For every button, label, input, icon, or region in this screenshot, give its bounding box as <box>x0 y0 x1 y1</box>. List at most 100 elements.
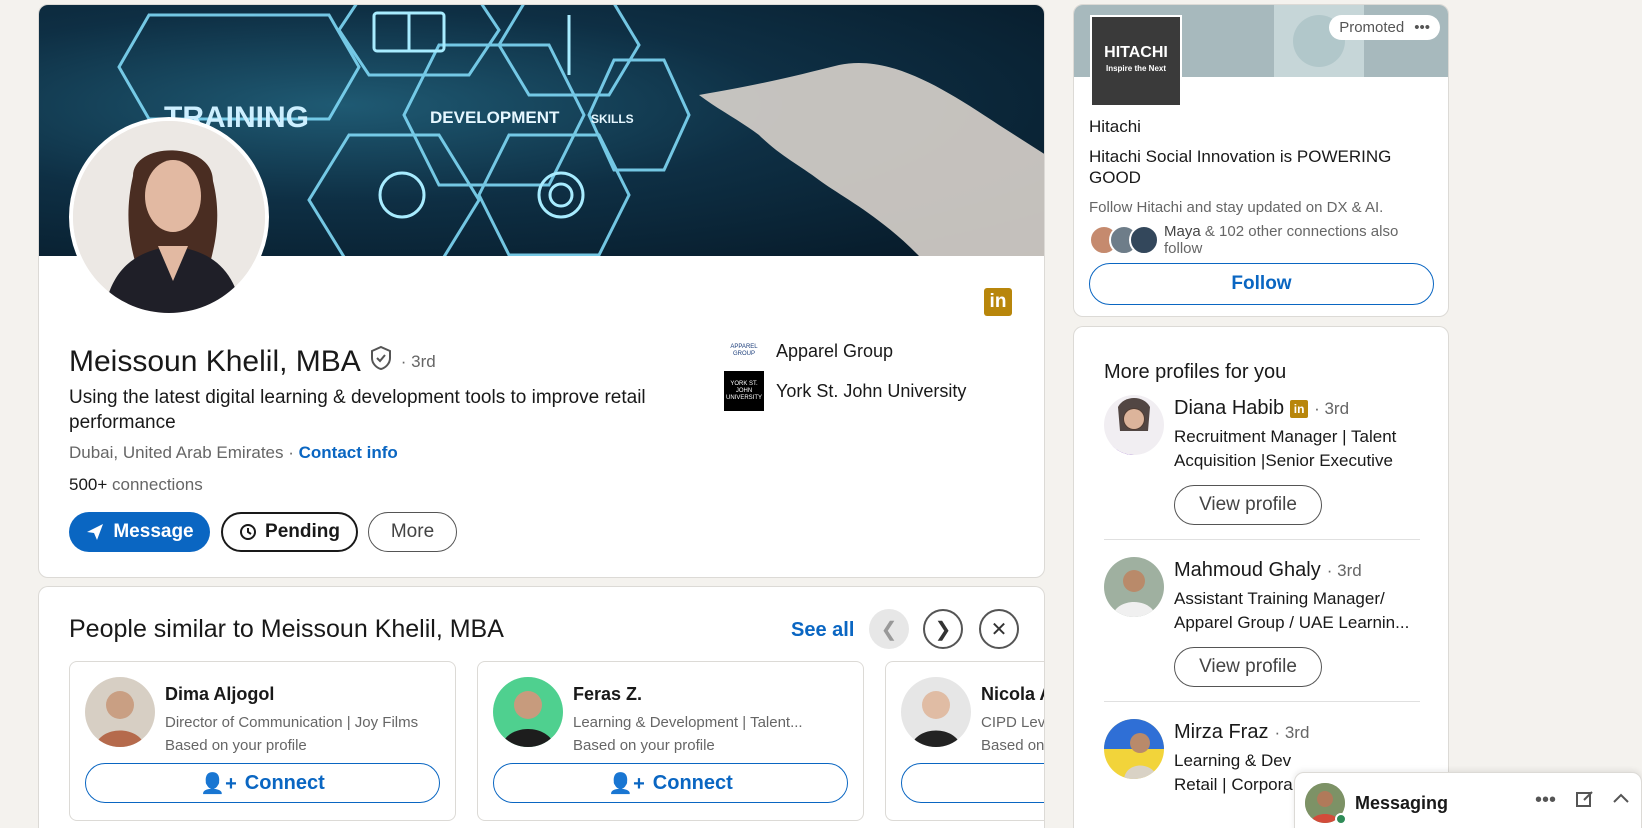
connect-label: Connect <box>652 771 733 794</box>
connect-button[interactable]: 👤+ Connect <box>85 763 440 803</box>
promoted-ad-card: HITACHI Inspire the Next Promoted ••• Hi… <box>1073 4 1449 317</box>
person-basis: Based on your profile <box>165 737 307 754</box>
see-all-link[interactable]: See all <box>791 619 854 642</box>
profile-name: Meissoun Khelil, MBA <box>69 345 361 378</box>
messaging-dock[interactable]: Messaging ••• <box>1294 772 1642 828</box>
avatar[interactable] <box>493 677 563 747</box>
connect-label: Connect <box>244 771 325 794</box>
profile-headline: Using the latest digital learning & deve… <box>69 387 646 433</box>
person-basis: Based on your profile <box>573 737 715 754</box>
view-profile-button[interactable]: View profile <box>1174 647 1322 687</box>
online-status-dot <box>1335 813 1347 825</box>
banner-development-text: DEVELOPMENT <box>430 108 560 127</box>
follower-name: Maya <box>1164 223 1201 240</box>
similar-person-card[interactable]: Dima Aljogol Director of Communication |… <box>69 661 456 821</box>
divider <box>1104 539 1420 540</box>
people-similar-title: People similar to Meissoun Khelil, MBA <box>69 615 504 643</box>
linkedin-premium-icon: in <box>1290 399 1309 418</box>
person-title: Director of Communication | Joy Films <box>165 714 419 731</box>
person-name[interactable]: Dima Aljogol <box>165 684 274 705</box>
promoted-label: Promoted <box>1339 19 1405 36</box>
more-profiles-card: More profiles for you Diana Habib in · 3… <box>1073 326 1449 828</box>
pending-button[interactable]: Pending <box>221 512 358 552</box>
message-button[interactable]: Message <box>69 512 210 552</box>
connection-degree: · 3rd <box>1314 398 1350 418</box>
logo-tagline: Inspire the Next <box>1105 64 1166 73</box>
verified-shield-icon[interactable] <box>369 345 393 379</box>
clock-icon <box>240 524 257 540</box>
chevron-up-icon[interactable] <box>1611 789 1631 815</box>
more-options-icon[interactable]: ••• <box>1535 789 1556 812</box>
person-title: Assistant Training Manager/ Apparel Grou… <box>1174 589 1410 632</box>
add-person-icon: 👤+ <box>608 772 645 795</box>
ad-social-proof: Maya & 102 other connections also follow <box>1164 223 1424 257</box>
view-profile-button[interactable]: View profile <box>1174 485 1322 525</box>
person-title: Learning & Development | Talent... <box>573 714 803 731</box>
chevron-right-icon: ❯ <box>934 618 952 641</box>
follower-avatars <box>1089 225 1159 255</box>
connections-label: connections <box>107 475 203 494</box>
promoted-badge: Promoted ••• <box>1329 15 1440 40</box>
person-basis: Based on y <box>981 737 1045 754</box>
contact-info-link[interactable]: Contact info <box>299 443 398 462</box>
connect-button[interactable]: 👤+ <box>901 763 1044 803</box>
add-person-icon: 👤+ <box>200 772 237 795</box>
chevron-left-icon: ❮ <box>880 618 898 641</box>
org-apparel-group[interactable]: APPAREL GROUP Apparel Group <box>724 331 893 371</box>
hitachi-logo[interactable]: HITACHI Inspire the Next <box>1090 15 1182 107</box>
people-similar-card: People similar to Meissoun Khelil, MBA S… <box>38 586 1045 828</box>
linkedin-premium-icon: in <box>984 288 1012 316</box>
avatar[interactable] <box>901 677 971 747</box>
location-text: Dubai, United Arab Emirates · <box>69 443 294 462</box>
similar-person-card[interactable]: Nicola Al CIPD Level Based on y 👤+ <box>885 661 1045 821</box>
suggestion-name-row: Mirza Fraz · 3rd <box>1174 721 1309 744</box>
avatar[interactable] <box>1104 719 1164 779</box>
similar-person-card[interactable]: Feras Z. Learning & Development | Talent… <box>477 661 864 821</box>
avatar <box>1129 225 1159 255</box>
logo-main-text: HITACHI <box>1104 44 1168 61</box>
profile-name-row: Meissoun Khelil, MBA · 3rd <box>69 345 436 379</box>
connections-number: 500+ <box>69 475 108 494</box>
profile-location: Dubai, United Arab Emirates · Contact in… <box>69 443 398 463</box>
person-name[interactable]: Mahmoud Ghaly <box>1174 559 1321 582</box>
message-button-label: Message <box>113 521 194 542</box>
compose-icon[interactable] <box>1575 789 1595 815</box>
send-icon <box>87 524 104 540</box>
more-button[interactable]: More <box>368 512 457 552</box>
person-title: Recruitment Manager | Talent Acquisition… <box>1174 427 1397 470</box>
ad-headline: Hitachi Social Innovation is POWERING GO… <box>1089 147 1392 187</box>
person-name[interactable]: Feras Z. <box>573 684 642 705</box>
divider <box>1104 701 1420 702</box>
more-options-icon[interactable]: ••• <box>1414 19 1430 36</box>
follow-button[interactable]: Follow <box>1089 263 1434 305</box>
profile-card: TRAINING DEVELOPMENT SKILLS in Meissoun … <box>38 4 1045 578</box>
close-icon: ✕ <box>990 618 1008 641</box>
avatar[interactable] <box>1104 557 1164 617</box>
banner-skills-text: SKILLS <box>591 112 634 126</box>
org-name: York St. John University <box>776 380 967 401</box>
person-name[interactable]: Nicola Al <box>981 684 1044 705</box>
org-york-st-john[interactable]: YORK ST. JOHN UNIVERSITY York St. John U… <box>724 371 966 411</box>
person-name[interactable]: Mirza Fraz <box>1174 721 1268 744</box>
carousel-next-button[interactable]: ❯ <box>923 609 963 649</box>
york-st-john-logo: YORK ST. JOHN UNIVERSITY <box>724 371 764 411</box>
avatar[interactable] <box>1104 395 1164 455</box>
connect-button[interactable]: 👤+ Connect <box>493 763 848 803</box>
connection-degree: · 3rd <box>400 352 436 371</box>
suggestion-name-row: Diana Habib in · 3rd <box>1174 397 1349 420</box>
connections-count[interactable]: 500+ connections <box>69 475 203 495</box>
org-name: Apparel Group <box>776 340 894 361</box>
more-profiles-title: More profiles for you <box>1104 361 1287 383</box>
pending-button-label: Pending <box>265 521 340 542</box>
connection-degree: · 3rd <box>1274 722 1310 742</box>
avatar[interactable] <box>85 677 155 747</box>
ad-company-name[interactable]: Hitachi <box>1089 117 1141 137</box>
ad-subtext: Follow Hitachi and stay updated on DX & … <box>1089 199 1384 216</box>
person-name[interactable]: Diana Habib <box>1174 397 1284 420</box>
carousel-prev-button[interactable]: ❮ <box>869 609 909 649</box>
connection-degree: · 3rd <box>1326 560 1362 580</box>
messaging-label: Messaging <box>1355 793 1449 813</box>
profile-photo[interactable] <box>69 117 269 317</box>
dismiss-button[interactable]: ✕ <box>979 609 1019 649</box>
suggestion-name-row: Mahmoud Ghaly · 3rd <box>1174 559 1362 582</box>
